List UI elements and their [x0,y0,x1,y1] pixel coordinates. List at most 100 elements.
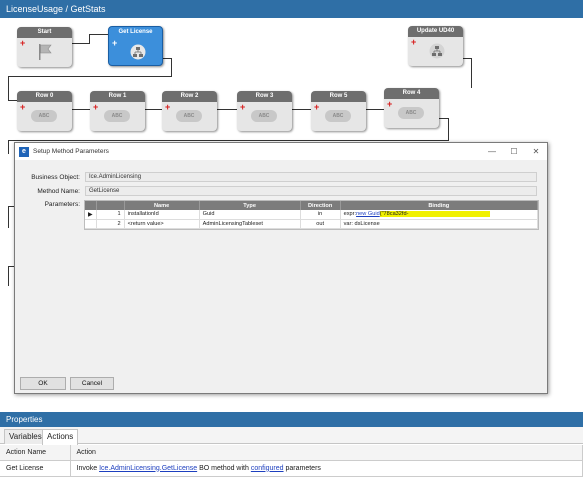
column-header-direction[interactable]: Direction [300,201,341,210]
ok-button[interactable]: OK [20,377,66,390]
dialog-titlebar[interactable]: e Setup Method Parameters — ☐ ✕ [15,143,547,160]
node-title: Row 3 [237,91,292,102]
method-name-field[interactable]: GetLicense [85,186,537,196]
connector [292,109,312,110]
node-title: Row 5 [311,91,366,102]
connector [8,140,449,141]
plus-icon[interactable]: + [314,103,319,112]
connector [366,109,384,110]
node-title: Row 0 [17,91,72,102]
tab-variables[interactable]: Variables [4,429,47,444]
business-object-label: Business Object: [31,174,80,181]
action-cell[interactable]: Invoke Ice.AdminLicensing.GetLicense BO … [70,460,583,477]
method-icon [429,43,445,59]
connector [163,58,171,59]
business-object-field[interactable]: Ice.AdminLicensing [85,172,537,182]
parameters-grid[interactable]: Name Type Direction Binding ▶ 1 installa… [84,200,539,230]
abc-icon: ABC [251,110,277,122]
workflow-node-start[interactable]: Start + [17,27,72,67]
plus-icon[interactable]: + [240,103,245,112]
connector [8,140,9,154]
column-header-type[interactable]: Type [199,201,301,210]
abc-icon: ABC [31,110,57,122]
workflow-node-row-5[interactable]: Row 5 + ABC [311,91,366,131]
plus-icon[interactable]: + [20,103,25,112]
param-type[interactable]: Guid [199,210,301,220]
action-text: Invoke [76,464,100,472]
connector [448,118,449,140]
properties-header: Properties [0,412,583,427]
column-header-name[interactable]: Name [124,201,200,210]
node-title: Row 1 [90,91,145,102]
node-title: Row 4 [384,88,439,99]
app-header: LicenseUsage / GetStats [0,0,583,18]
workflow-node-row-0[interactable]: Row 0 + ABC [17,91,72,131]
node-title: Start [17,27,72,38]
close-icon[interactable]: ✕ [525,147,547,156]
binding-link[interactable]: new Guid [356,211,380,217]
action-text: BO method with [197,464,251,472]
workflow-node-row-3[interactable]: Row 3 + ABC [237,91,292,131]
connector [71,43,89,44]
configured-link[interactable]: configured [251,465,284,472]
column-header-action[interactable]: Action [70,445,583,461]
param-direction[interactable]: in [300,210,341,220]
row-index: 1 [96,210,125,220]
connector [217,109,238,110]
table-row[interactable]: ▶ 1 installationId Guid in expr:new Guid… [85,210,539,220]
tab-actions[interactable]: Actions [42,429,79,445]
connector [463,58,471,59]
node-title: Row 2 [162,91,217,102]
workflow-node-get-license[interactable]: Get License + [108,26,163,66]
plus-icon[interactable]: + [20,39,25,48]
table-row[interactable]: Get License Invoke Ice.AdminLicensing.Ge… [0,460,583,477]
flag-icon [39,44,52,60]
param-name[interactable]: <return value> [124,219,200,229]
plus-icon[interactable]: + [387,100,392,109]
connector [8,76,172,77]
workflow-node-row-1[interactable]: Row 1 + ABC [90,91,145,131]
plus-icon[interactable]: + [165,103,170,112]
connector [471,58,472,88]
action-text: parameters [283,464,321,472]
row-selector [85,219,97,229]
cancel-button[interactable]: Cancel [70,377,114,390]
param-binding[interactable]: var: dsLicense [340,219,539,229]
binding-prefix: expr: [343,211,357,218]
column-header-action-name[interactable]: Action Name [0,445,71,461]
dialog-title: Setup Method Parameters [33,148,109,155]
abc-icon: ABC [325,110,351,122]
workflow-node-row-2[interactable]: Row 2 + ABC [162,91,217,131]
parameters-label: Parameters: [44,201,80,208]
plus-icon[interactable]: + [112,39,117,48]
param-name[interactable]: installationId [124,210,200,220]
plus-icon[interactable]: + [93,103,98,112]
table-row[interactable]: 2 <return value> AdminLicensingTableset … [85,219,539,229]
abc-icon: ABC [104,110,130,122]
row-pointer-icon: ▶ [85,210,97,220]
setup-method-parameters-dialog[interactable]: e Setup Method Parameters — ☐ ✕ Business… [14,142,548,394]
method-name-label: Method Name: [37,188,80,195]
minimize-icon[interactable]: — [481,147,503,156]
abc-icon: ABC [398,107,424,119]
param-direction[interactable]: out [300,219,341,229]
workflow-node-row-4[interactable]: Row 4 + ABC [384,88,439,128]
connector [8,206,9,228]
action-name-cell[interactable]: Get License [0,460,71,477]
actions-table: Action Name Action Get License Invoke Ic… [0,445,583,477]
app-logo-icon: e [19,146,29,157]
maximize-icon[interactable]: ☐ [503,147,525,156]
index-header [96,201,125,210]
workflow-node-update-ud40[interactable]: Update UD40 + [408,26,463,66]
row-index: 2 [96,219,125,229]
connector [438,118,448,119]
plus-icon[interactable]: + [411,38,416,47]
connector [8,266,9,286]
row-selector-header [85,201,97,210]
param-binding[interactable]: expr:new Guid("78ca32fd- [340,210,539,220]
bo-method-link[interactable]: Ice.AdminLicensing.GetLicense [99,465,197,472]
column-header-binding[interactable]: Binding [340,201,539,210]
binding-value-highlighted[interactable]: ("78ca32fd- [379,211,490,218]
param-type[interactable]: AdminLicensingTableset [199,219,301,229]
connector [171,58,172,76]
